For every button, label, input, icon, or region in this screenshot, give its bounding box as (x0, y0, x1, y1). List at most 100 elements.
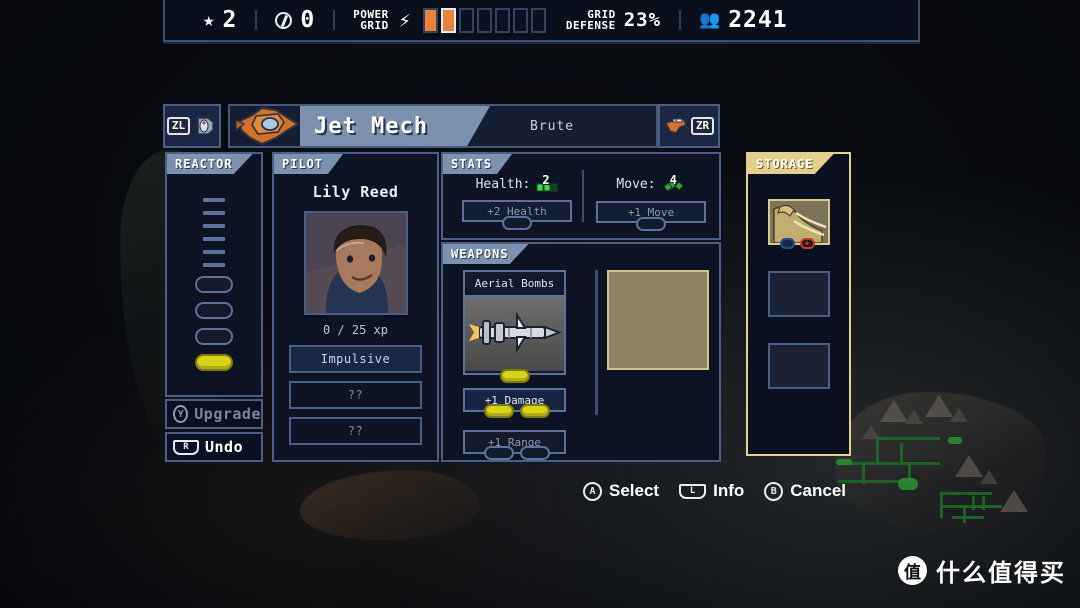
health-upgrade-button[interactable]: +2 Health (462, 200, 572, 230)
button-prompts: A Select L Info B Cancel (583, 481, 858, 501)
storage-panel[interactable]: STORAGE + (746, 152, 851, 456)
fist-weapon-icon (769, 201, 828, 244)
status-bar: ★ 2 0 POWER GRID ⚡ GRID DEFENSE 23% 👥 22… (163, 0, 920, 42)
move-stat: Move: 4 +1 Move (591, 173, 711, 231)
map-grid-line (952, 516, 984, 519)
power-grid-cells (422, 7, 546, 33)
storage-slot-0[interactable]: + (767, 199, 830, 249)
zr-key-label: ZR (690, 117, 715, 135)
weapons-title-text: WEAPONS (451, 247, 509, 261)
equipped-weapon-pips[interactable] (465, 369, 564, 383)
reactor-dash (203, 237, 225, 241)
upgrade-button[interactable]: Y Upgrade (165, 399, 263, 429)
power-grid-cell (476, 7, 492, 33)
stats-panel: STATS Health: 2 +2 Health Move: 4 +1 Mov… (441, 152, 721, 240)
power-grid-stat: POWER GRID ⚡ (353, 7, 546, 33)
weapon-preview-box[interactable] (607, 270, 709, 370)
prev-mech-button[interactable]: ZL (163, 104, 221, 148)
undo-button[interactable]: R Undo (165, 432, 263, 462)
health-stat: Health: 2 +2 Health (457, 173, 577, 230)
reactor-core-pip[interactable] (195, 328, 233, 345)
pilot-title-text: PILOT (282, 157, 324, 171)
power-grid-cell (422, 7, 438, 33)
population-stat: 👥 2241 (699, 7, 788, 33)
map-mountain (955, 455, 983, 477)
map-grid-node (836, 459, 852, 465)
pilot-name: Lily Reed (312, 183, 399, 201)
pilot-skill-2[interactable]: ?? (289, 417, 422, 445)
storage-slot-list: + (748, 174, 849, 389)
move-label: Move: (616, 177, 656, 192)
weapon-upgrade-damage[interactable]: +1 Damage (463, 388, 566, 418)
move-upgrade-pip[interactable] (636, 217, 666, 231)
move-upgrade-button[interactable]: +1 Move (596, 201, 706, 231)
prompt-key-a: A (583, 481, 602, 501)
reactor-core-pip[interactable] (195, 354, 233, 371)
reactor-title-text: REACTOR (175, 157, 233, 171)
next-mech-button[interactable]: ZR (658, 104, 720, 148)
weapon-upgrade-pip[interactable] (483, 446, 514, 460)
pilot-skill-0[interactable]: Impulsive (289, 345, 422, 373)
equipped-weapon-card[interactable]: Aerial Bombs (463, 270, 566, 383)
reactor-dash (203, 263, 225, 267)
power-grid-cell (530, 7, 546, 33)
weapon-upgrade-pip[interactable] (519, 404, 550, 418)
coin-icon (275, 11, 293, 29)
map-mountain (1000, 490, 1028, 512)
storage-slot-1[interactable] (767, 271, 830, 317)
equipped-weapon-name: Aerial Bombs (465, 272, 564, 297)
grid-defense-label-line2: DEFENSE (565, 19, 616, 32)
power-grid-label: POWER GRID (353, 9, 389, 31)
divider (255, 10, 258, 30)
flame-mech-icon (664, 116, 687, 136)
map-grid-line (862, 462, 865, 484)
storage-title-text: STORAGE (756, 157, 814, 171)
prompt-select[interactable]: A Select (583, 481, 659, 501)
health-value: 2 (542, 173, 550, 187)
health-label: Health: (475, 176, 531, 192)
weapon-upgrade-pip[interactable] (483, 404, 514, 418)
move-value: 4 (669, 173, 677, 187)
weapon-upgrade-damage-pips[interactable] (465, 404, 568, 418)
map-mountain (980, 470, 998, 484)
map-mountain (925, 395, 953, 417)
r-key-label: R (173, 439, 199, 455)
weapon-pip[interactable] (499, 369, 530, 383)
pilot-portrait[interactable] (303, 211, 408, 315)
people-icon: 👥 (699, 9, 721, 30)
prompt-label: Cancel (790, 481, 846, 500)
power-grid-cell (512, 7, 528, 33)
prompt-cancel[interactable]: B Cancel (764, 481, 846, 501)
map-mountain (880, 400, 908, 422)
reactor-dash (203, 250, 225, 254)
reactor-core-pip[interactable] (195, 276, 233, 293)
reactor-dash (203, 198, 225, 202)
mech-name-tab: Jet Mech (300, 106, 490, 146)
pilot-xp: 0 / 25 xp (322, 323, 389, 337)
reactor-panel-title: REACTOR (167, 154, 253, 174)
reactor-core-pip[interactable] (195, 302, 233, 319)
weapon-upgrade-pip[interactable] (519, 446, 550, 460)
map-landmass-south (300, 470, 480, 540)
map-grid-line (940, 505, 1002, 508)
population-value: 2241 (728, 7, 788, 33)
map-grid-line (982, 496, 985, 510)
prompt-info[interactable]: L Info (679, 481, 744, 501)
undo-button-label: Undo (205, 438, 244, 456)
weapon-upgrade-range[interactable]: +1 Range (463, 430, 566, 460)
divider (595, 270, 598, 415)
storage-slot-2[interactable] (767, 343, 830, 389)
star-icon: ★ (203, 8, 215, 31)
grid-defense-stat: GRID DEFENSE 23% (566, 9, 661, 31)
pilot-skill-1[interactable]: ?? (289, 381, 422, 409)
coins-value: 0 (300, 7, 316, 33)
weapon-upgrade-range-pips[interactable] (465, 446, 568, 460)
map-grid-line (900, 443, 903, 463)
move-header: Move: 4 (591, 173, 711, 193)
game-screen: ★ 2 0 POWER GRID ⚡ GRID DEFENSE 23% 👥 22… (0, 0, 1080, 608)
health-upgrade-pip[interactable] (502, 216, 532, 230)
stats-panel-title: STATS (443, 154, 513, 174)
map-grid-line (940, 492, 992, 495)
map-grid-line (876, 437, 940, 440)
reactor-slot-list[interactable] (167, 174, 261, 371)
